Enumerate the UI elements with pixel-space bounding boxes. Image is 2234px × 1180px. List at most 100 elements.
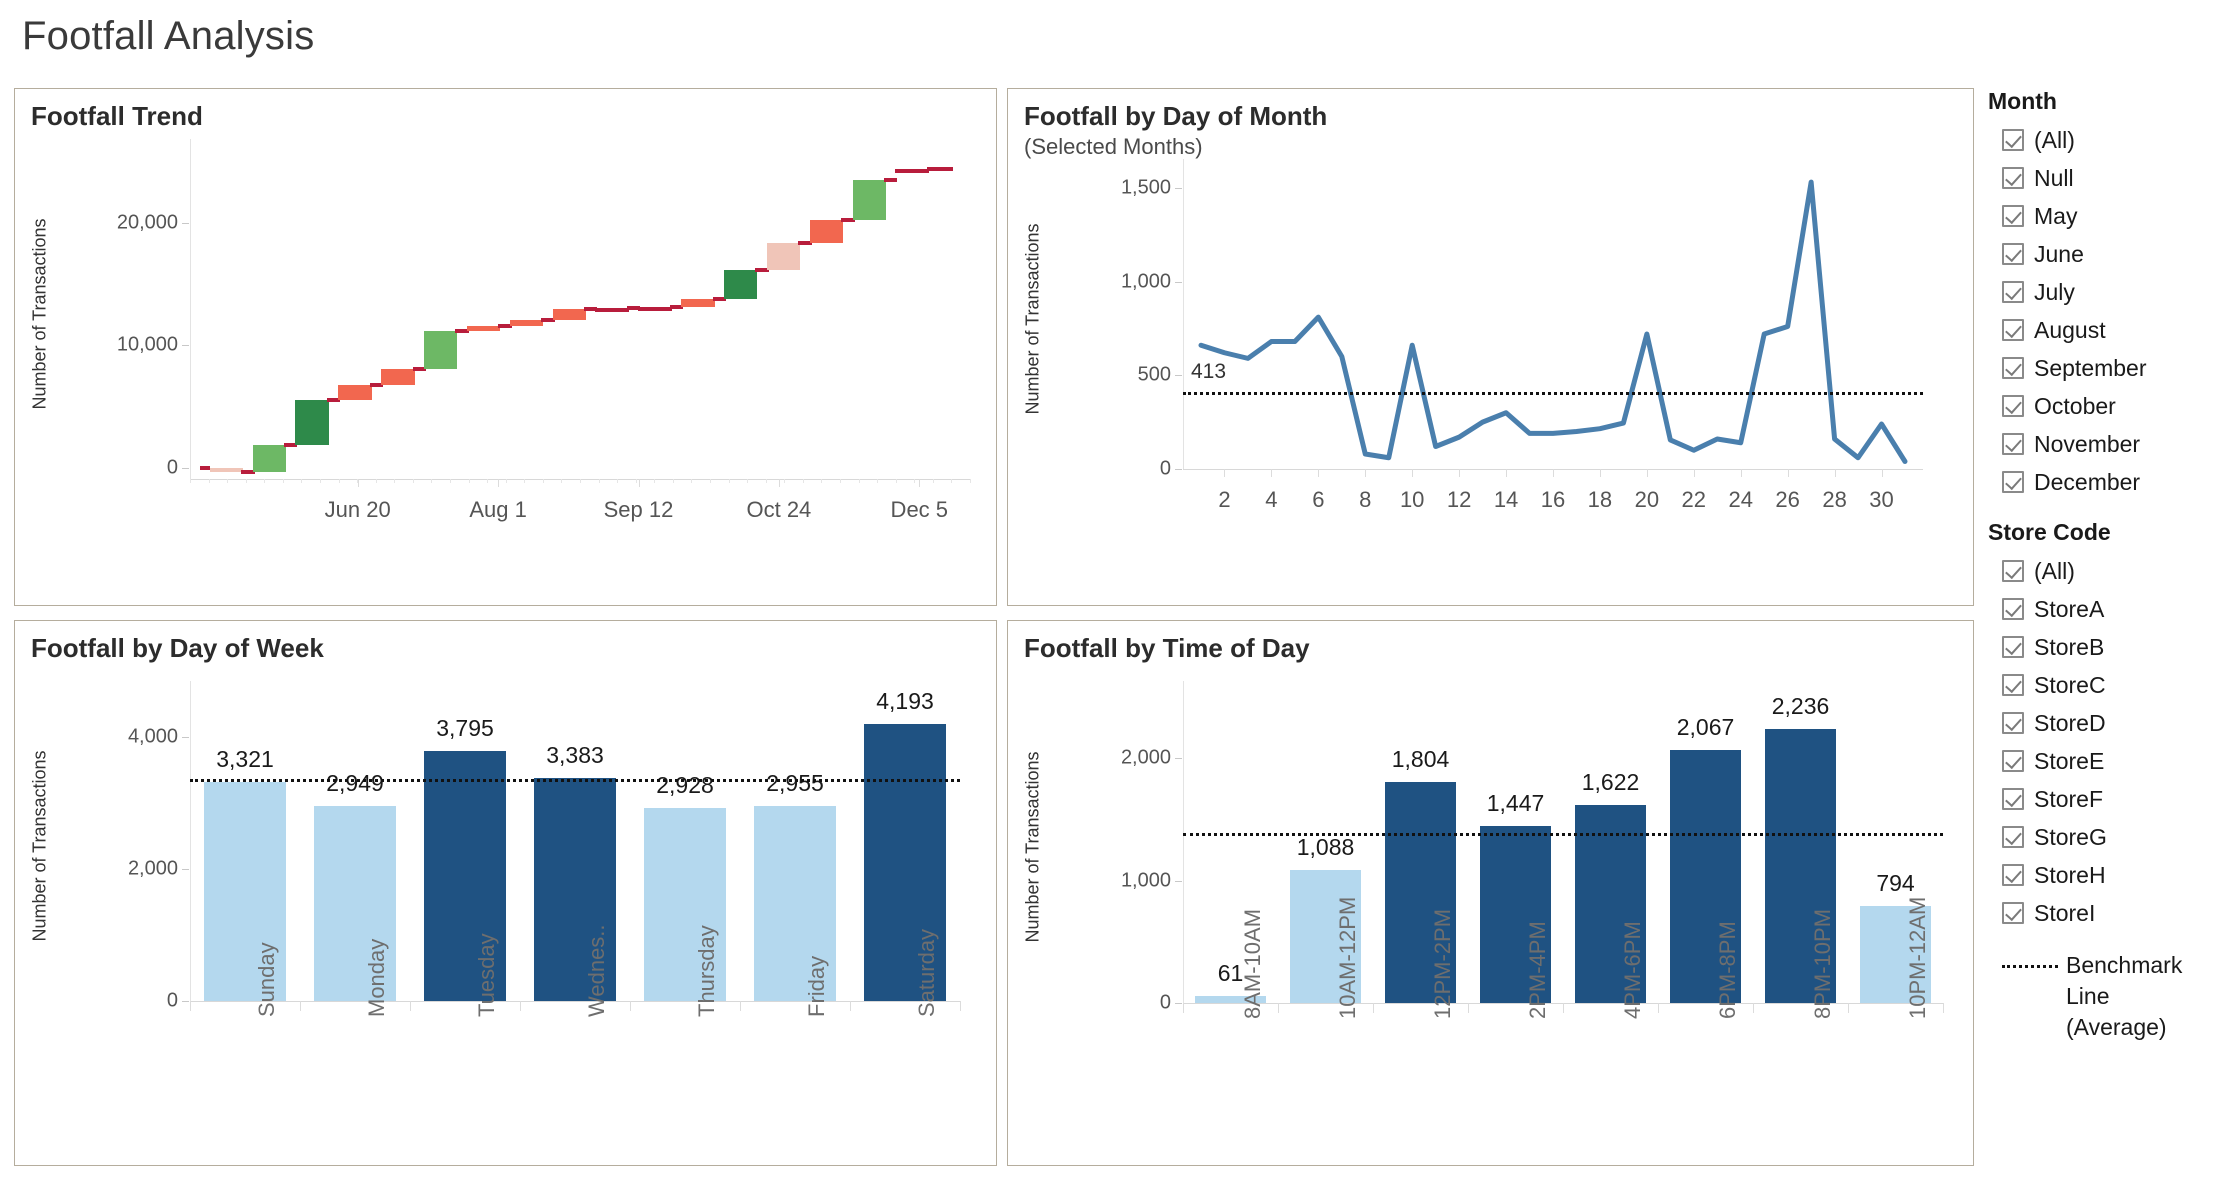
waterfall-bar[interactable]: [424, 330, 458, 369]
store-filter-item-storeh[interactable]: StoreH: [1988, 856, 2228, 894]
x-axis-tick-mark: [740, 1001, 741, 1011]
waterfall-bar[interactable]: [552, 309, 586, 320]
checkbox-checked-icon[interactable]: [2002, 167, 2024, 189]
checkbox-checked-icon[interactable]: [2002, 243, 2024, 265]
day-of-week-chart[interactable]: 0 2,000 4,000 Number of Transactions 3,321 Su…: [15, 621, 998, 1167]
month-filter-item--all-[interactable]: (All): [1988, 121, 2228, 159]
checkbox-checked-icon[interactable]: [2002, 636, 2024, 658]
x-axis-minor-tick: [765, 479, 767, 483]
checkbox-checked-icon[interactable]: [2002, 674, 2024, 696]
x-axis-minor-tick: [412, 479, 414, 483]
waterfall-bar[interactable]: [509, 319, 544, 326]
bar-value-label: 2,955: [766, 770, 824, 797]
month-filter-item-june[interactable]: June: [1988, 235, 2228, 273]
filter-item-label: Null: [2034, 164, 2074, 191]
x-axis-tick-mark: [498, 479, 500, 487]
month-filter-item-null[interactable]: Null: [1988, 159, 2228, 197]
x-axis-tick-mark: [638, 479, 640, 487]
month-filter-item-december[interactable]: December: [1988, 463, 2228, 501]
waterfall-bar[interactable]: [209, 467, 244, 473]
store-filter-item--all-[interactable]: (All): [1988, 552, 2228, 590]
checkbox-checked-icon[interactable]: [2002, 560, 2024, 582]
waterfall-bar[interactable]: [381, 368, 415, 385]
checkbox-checked-icon[interactable]: [2002, 319, 2024, 341]
filter-item-label: (All): [2034, 557, 2075, 584]
waterfall-bar[interactable]: [295, 400, 329, 445]
store-filter-item-storei[interactable]: StoreI: [1988, 894, 2228, 932]
store-filter-item-storeb[interactable]: StoreB: [1988, 628, 2228, 666]
x-axis-tick-mark: [1271, 469, 1273, 477]
time-of-day-chart[interactable]: 0 1,000 2,000 Number of Transactions 61 8AM-1…: [1008, 621, 1975, 1167]
x-axis-tick-mark-end: [960, 1001, 961, 1011]
waterfall-bar[interactable]: [809, 220, 844, 244]
y-axis-tick-label: 0: [166, 456, 178, 479]
x-axis-minor-tick: [691, 479, 693, 483]
waterfall-bar[interactable]: [895, 168, 929, 173]
x-axis-minor-tick: [264, 479, 266, 483]
filter-item-label: StoreA: [2034, 595, 2105, 622]
y-axis-tick-mark: [1175, 1003, 1182, 1004]
waterfall-bar[interactable]: [638, 307, 672, 312]
filter-item-label: StoreG: [2034, 823, 2107, 850]
x-axis-tick-mark: [1753, 1003, 1754, 1013]
x-axis-minor-tick: [561, 479, 563, 483]
checkbox-checked-icon[interactable]: [2002, 788, 2024, 810]
store-filter-item-storef[interactable]: StoreF: [1988, 780, 2228, 818]
store-filter-item-storeg[interactable]: StoreG: [1988, 818, 2228, 856]
store-filter-item-storee[interactable]: StoreE: [1988, 742, 2228, 780]
month-filter-item-november[interactable]: November: [1988, 425, 2228, 463]
x-axis-tick-label: 18: [1587, 487, 1613, 512]
x-axis-tick-mark: [1318, 469, 1320, 477]
benchmark-legend-line1: Benchmark Line: [2066, 952, 2183, 1010]
checkbox-checked-icon[interactable]: [2002, 205, 2024, 227]
checkbox-checked-icon[interactable]: [2002, 712, 2024, 734]
panel-footfall-trend: Footfall Trend 0 10,000 20,000 Number of Tr…: [14, 88, 997, 606]
month-filter-item-may[interactable]: May: [1988, 197, 2228, 235]
waterfall-bar[interactable]: [466, 325, 501, 331]
x-axis-tick-mark: [1373, 1003, 1374, 1013]
month-filter-item-september[interactable]: September: [1988, 349, 2228, 387]
waterfall-bar[interactable]: [852, 179, 886, 221]
x-axis-minor-tick: [747, 479, 749, 483]
store-filter-item-stored[interactable]: StoreD: [1988, 704, 2228, 742]
filter-item-label: (All): [2034, 126, 2075, 153]
x-axis-minor-tick: [542, 479, 544, 483]
filter-item-label: October: [2034, 392, 2116, 419]
checkbox-checked-icon[interactable]: [2002, 471, 2024, 493]
x-axis-minor-tick: [208, 479, 210, 483]
x-axis-tick-mark: [1740, 469, 1742, 477]
checkbox-checked-icon[interactable]: [2002, 357, 2024, 379]
checkbox-checked-icon[interactable]: [2002, 598, 2024, 620]
store-filter-item-storec[interactable]: StoreC: [1988, 666, 2228, 704]
checkbox-checked-icon[interactable]: [2002, 281, 2024, 303]
store-filter-item-storea[interactable]: StoreA: [1988, 590, 2228, 628]
bar-value-label: 1,088: [1296, 833, 1355, 860]
checkbox-checked-icon[interactable]: [2002, 433, 2024, 455]
waterfall-bar[interactable]: [681, 299, 715, 308]
waterfall-bar[interactable]: [766, 243, 801, 271]
waterfall-bar[interactable]: [724, 270, 758, 300]
checkbox-checked-icon[interactable]: [2002, 395, 2024, 417]
month-filter-item-october[interactable]: October: [1988, 387, 2228, 425]
filter-item-label: August: [2034, 316, 2106, 343]
month-filter-item-july[interactable]: July: [1988, 273, 2228, 311]
waterfall-bar[interactable]: [252, 444, 286, 473]
checkbox-checked-icon[interactable]: [2002, 902, 2024, 924]
waterfall-bar[interactable]: [338, 384, 372, 401]
bar-value-label: 1,804: [1391, 746, 1450, 773]
bar-value-label: 2,949: [326, 770, 384, 797]
footfall-trend-chart[interactable]: 0 10,000 20,000 Number of Transactions Jun 2…: [15, 89, 998, 607]
month-filter-item-august[interactable]: August: [1988, 311, 2228, 349]
month-filter-list: (All) Null May June July August September Octob…: [1988, 121, 2228, 501]
checkbox-checked-icon[interactable]: [2002, 750, 2024, 772]
waterfall-bar[interactable]: [595, 307, 629, 312]
checkbox-checked-icon[interactable]: [2002, 864, 2024, 886]
day-of-month-chart[interactable]: 0 500 1,000 1,500 Number of Transactions 413 2…: [1008, 89, 1975, 607]
x-axis-category-label: 10AM-12PM: [1334, 896, 1360, 1019]
waterfall-baseline-connector: [200, 465, 210, 470]
y-axis-title: Number of Transactions: [29, 750, 50, 942]
x-axis-minor-tick: [821, 479, 823, 483]
x-axis-tick-mark: [1183, 1003, 1184, 1013]
checkbox-checked-icon[interactable]: [2002, 129, 2024, 151]
checkbox-checked-icon[interactable]: [2002, 826, 2024, 848]
